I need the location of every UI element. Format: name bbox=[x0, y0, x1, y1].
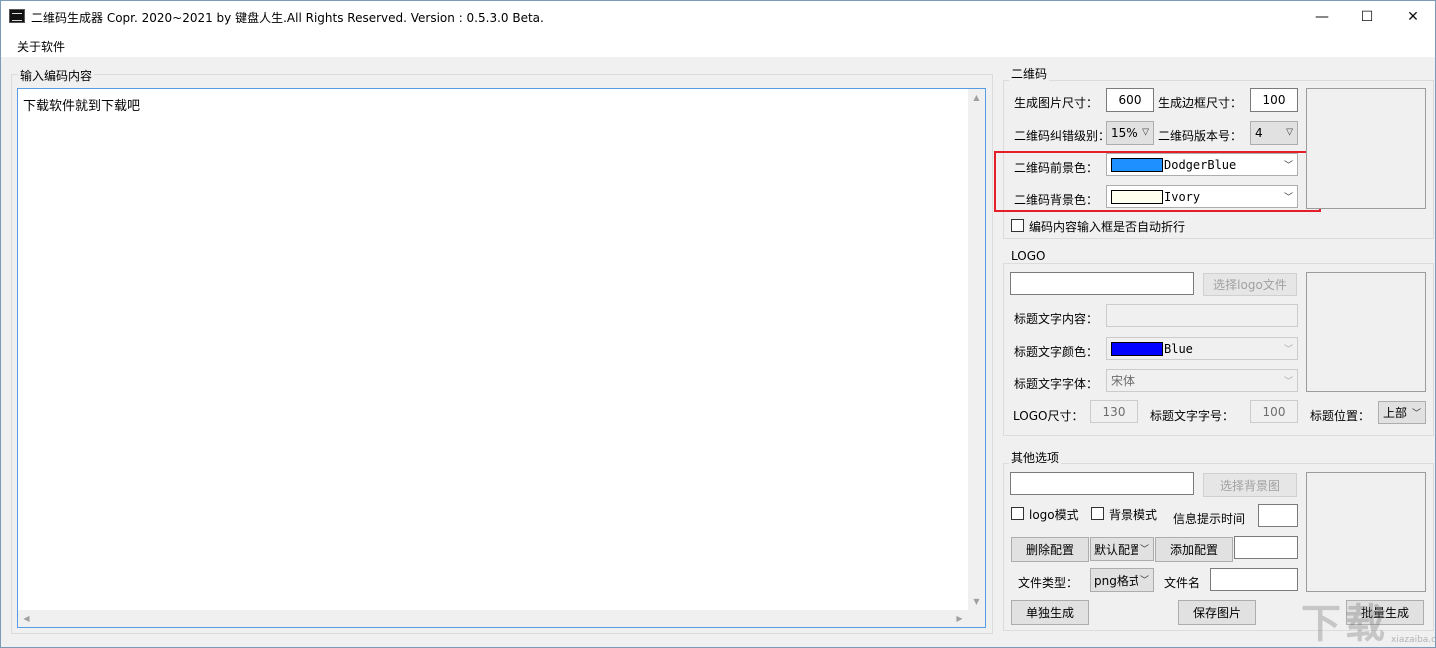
scroll-up-icon[interactable]: ▲ bbox=[968, 89, 985, 106]
scroll-right-icon[interactable]: ▶ bbox=[951, 610, 968, 627]
scroll-down-icon[interactable]: ▼ bbox=[968, 593, 985, 610]
version-value: 4 bbox=[1255, 126, 1263, 140]
logo-preview bbox=[1306, 272, 1426, 392]
title-color-name: Blue bbox=[1164, 341, 1193, 356]
title-text-label: 标题文字内容： bbox=[1014, 312, 1099, 326]
title-pos-label: 标题位置： bbox=[1310, 409, 1371, 423]
watermark-text: xiazaiba.com bbox=[1391, 635, 1436, 645]
file-name-input[interactable] bbox=[1210, 568, 1298, 591]
maximize-button[interactable]: ☐ bbox=[1344, 1, 1390, 32]
chevron-down-icon: ﹀ bbox=[1283, 344, 1293, 355]
title-pos-value: 上部 bbox=[1383, 406, 1408, 420]
ecc-select[interactable]: 15% ▽ bbox=[1106, 121, 1154, 145]
title-pos-select[interactable]: 上部 ﹀ bbox=[1378, 401, 1426, 424]
minimize-icon: — bbox=[1315, 8, 1329, 25]
add-config-button[interactable]: 添加配置 bbox=[1155, 537, 1233, 562]
logo-mode-label: logo模式 bbox=[1029, 508, 1079, 522]
scroll-left-icon[interactable]: ◀ bbox=[18, 610, 35, 627]
window-title: 二维码生成器 Copr. 2020~2021 by 键盘人生.All Right… bbox=[31, 11, 544, 25]
tip-time-input[interactable] bbox=[1258, 504, 1298, 527]
border-size-label: 生成边框尺寸： bbox=[1158, 96, 1243, 110]
choose-bg-button[interactable]: 选择背景图 bbox=[1203, 473, 1297, 497]
file-name-label: 文件名 bbox=[1164, 576, 1201, 590]
tip-time-label: 信息提示时间 bbox=[1173, 512, 1246, 526]
bg-mode-checkbox[interactable] bbox=[1091, 507, 1104, 520]
content-textarea[interactable]: 下载软件就到下载吧 ▲ ▼ ◀ ▶ bbox=[17, 88, 986, 628]
title-bar: 二维码生成器 Copr. 2020~2021 by 键盘人生.All Right… bbox=[1, 1, 1435, 32]
delete-config-button[interactable]: 删除配置 bbox=[1011, 537, 1089, 562]
title-font-size-label: 标题文字字号： bbox=[1150, 409, 1235, 423]
logo-size-input[interactable]: 130 bbox=[1090, 400, 1138, 423]
ecc-value: 15% bbox=[1111, 126, 1138, 140]
title-font-size-input[interactable]: 100 bbox=[1250, 400, 1298, 423]
config-value: 默认配置 bbox=[1094, 542, 1138, 557]
maximize-icon: ☐ bbox=[1360, 8, 1374, 25]
file-type-value: png格式 bbox=[1094, 573, 1138, 588]
app-window: 二维码生成器 Copr. 2020~2021 by 键盘人生.All Right… bbox=[0, 0, 1436, 648]
menu-about[interactable]: 关于软件 bbox=[17, 38, 65, 55]
bg-preview bbox=[1306, 472, 1426, 592]
qr-group-label: 二维码 bbox=[1009, 65, 1050, 82]
single-generate-button[interactable]: 单独生成 bbox=[1011, 600, 1089, 625]
chevron-down-icon: ﹀ bbox=[1139, 575, 1149, 586]
save-image-button[interactable]: 保存图片 bbox=[1178, 600, 1256, 625]
version-select[interactable]: 4 ▽ bbox=[1250, 121, 1298, 145]
border-size-input[interactable]: 100 bbox=[1250, 88, 1298, 112]
logo-mode-checkbox[interactable] bbox=[1011, 507, 1024, 520]
title-font-select[interactable]: 宋体 ﹀ bbox=[1106, 369, 1298, 392]
logo-path-input[interactable] bbox=[1010, 272, 1194, 295]
version-label: 二维码版本号： bbox=[1158, 129, 1243, 143]
content-text: 下载软件就到下载吧 bbox=[23, 99, 141, 114]
wrap-checkbox[interactable] bbox=[1011, 219, 1024, 232]
title-color-swatch bbox=[1111, 341, 1163, 356]
logo-group-label: LOGO bbox=[1009, 249, 1048, 263]
chevron-down-icon: ﹀ bbox=[1411, 408, 1421, 419]
image-size-input[interactable]: 600 bbox=[1106, 88, 1154, 112]
close-button[interactable]: ✕ bbox=[1390, 1, 1436, 32]
other-group-label: 其他选项 bbox=[1009, 449, 1062, 466]
chevron-down-icon: ▽ bbox=[1286, 127, 1293, 138]
chevron-down-icon: ﹀ bbox=[1283, 376, 1293, 387]
file-type-select[interactable]: png格式 ﹀ bbox=[1090, 568, 1154, 592]
scroll-corner bbox=[968, 610, 985, 627]
vertical-scrollbar[interactable]: ▲ ▼ bbox=[968, 89, 985, 610]
chevron-down-icon: ﹀ bbox=[1139, 544, 1149, 555]
horizontal-scrollbar[interactable]: ◀ ▶ bbox=[18, 610, 968, 627]
title-text-input[interactable] bbox=[1106, 304, 1298, 327]
image-size-label: 生成图片尺寸： bbox=[1014, 96, 1099, 110]
app-icon bbox=[9, 9, 25, 23]
ecc-label: 二维码纠错级别： bbox=[1014, 129, 1111, 143]
config-name-input[interactable] bbox=[1234, 536, 1298, 559]
minimize-button[interactable]: — bbox=[1299, 1, 1345, 32]
file-type-label: 文件类型： bbox=[1018, 576, 1079, 590]
menu-bar: 关于软件 bbox=[1, 32, 1435, 57]
input-group-label: 输入编码内容 bbox=[18, 67, 95, 84]
title-font-value: 宋体 bbox=[1111, 374, 1136, 388]
config-select[interactable]: 默认配置 ﹀ bbox=[1090, 537, 1154, 561]
title-font-label: 标题文字字体： bbox=[1014, 377, 1099, 391]
wrap-label: 编码内容输入框是否自动折行 bbox=[1029, 220, 1186, 234]
qr-preview bbox=[1306, 88, 1426, 209]
bg-mode-label: 背景模式 bbox=[1109, 508, 1158, 522]
close-icon: ✕ bbox=[1407, 8, 1419, 25]
title-color-select[interactable]: Blue ﹀ bbox=[1106, 337, 1298, 360]
logo-size-label: LOGO尺寸： bbox=[1013, 409, 1084, 423]
chevron-down-icon: ▽ bbox=[1142, 127, 1149, 138]
highlight-box bbox=[994, 151, 1321, 212]
bg-image-path-input[interactable] bbox=[1010, 472, 1194, 495]
title-color-label: 标题文字颜色： bbox=[1014, 345, 1099, 359]
choose-logo-button[interactable]: 选择logo文件 bbox=[1203, 273, 1297, 296]
